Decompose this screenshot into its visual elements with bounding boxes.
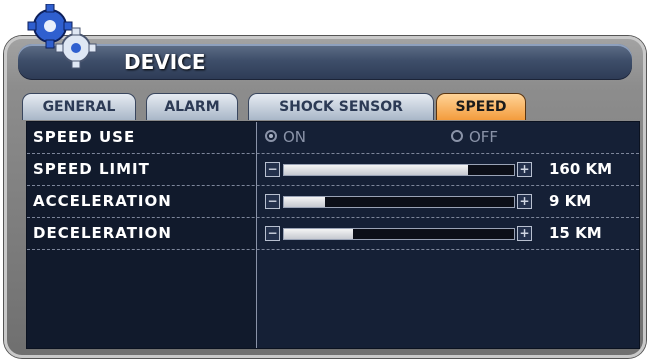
slider-fill: [284, 229, 353, 239]
acceleration-slider[interactable]: − +: [265, 194, 532, 209]
deceleration-label: DECELERATION: [33, 224, 172, 242]
plus-icon[interactable]: +: [517, 226, 532, 241]
slider-fill: [284, 197, 326, 207]
speed-use-on-radio[interactable]: ON: [265, 122, 306, 153]
slider-track[interactable]: [283, 228, 515, 240]
gear-icon: [27, 4, 97, 69]
minus-icon[interactable]: −: [265, 162, 280, 177]
tab-shock-sensor[interactable]: SHOCK SENSOR: [248, 93, 434, 120]
speed-limit-slider[interactable]: − +: [265, 162, 532, 177]
window-title: DEVICE: [124, 50, 206, 74]
title-bar: DEVICE: [18, 44, 632, 80]
speed-use-label: SPEED USE: [33, 128, 136, 146]
speed-limit-label: SPEED LIMIT: [33, 160, 150, 178]
speed-use-off-label: OFF: [469, 128, 499, 146]
row-deceleration: DECELERATION − + 15 KM: [27, 218, 639, 250]
minus-icon[interactable]: −: [265, 194, 280, 209]
plus-icon[interactable]: +: [517, 162, 532, 177]
slider-fill: [284, 165, 468, 175]
radio-selected-icon: [265, 129, 277, 142]
tab-speed[interactable]: SPEED: [436, 93, 526, 120]
speed-use-on-label: ON: [283, 128, 307, 146]
row-speed-limit: SPEED LIMIT − + 160 KM: [27, 154, 639, 186]
row-acceleration: ACCELERATION − + 9 KM: [27, 186, 639, 218]
radio-unselected-icon: [451, 129, 463, 142]
slider-track[interactable]: [283, 164, 515, 176]
minus-icon[interactable]: −: [265, 226, 280, 241]
plus-icon[interactable]: +: [517, 194, 532, 209]
row-speed-use: SPEED USE ON OFF: [27, 122, 639, 154]
tab-general[interactable]: GENERAL: [22, 93, 136, 120]
deceleration-value: 15 KM: [549, 224, 602, 242]
speed-limit-value: 160 KM: [549, 160, 613, 178]
empty-row-area: [27, 250, 639, 348]
tab-alarm[interactable]: ALARM: [146, 93, 238, 120]
settings-panel: SPEED USE ON OFF SPEED LIMIT − + 160 KM …: [26, 121, 640, 349]
speed-use-off-radio[interactable]: OFF: [451, 122, 498, 153]
deceleration-slider[interactable]: − +: [265, 226, 532, 241]
slider-track[interactable]: [283, 196, 515, 208]
acceleration-label: ACCELERATION: [33, 192, 172, 210]
acceleration-value: 9 KM: [549, 192, 592, 210]
